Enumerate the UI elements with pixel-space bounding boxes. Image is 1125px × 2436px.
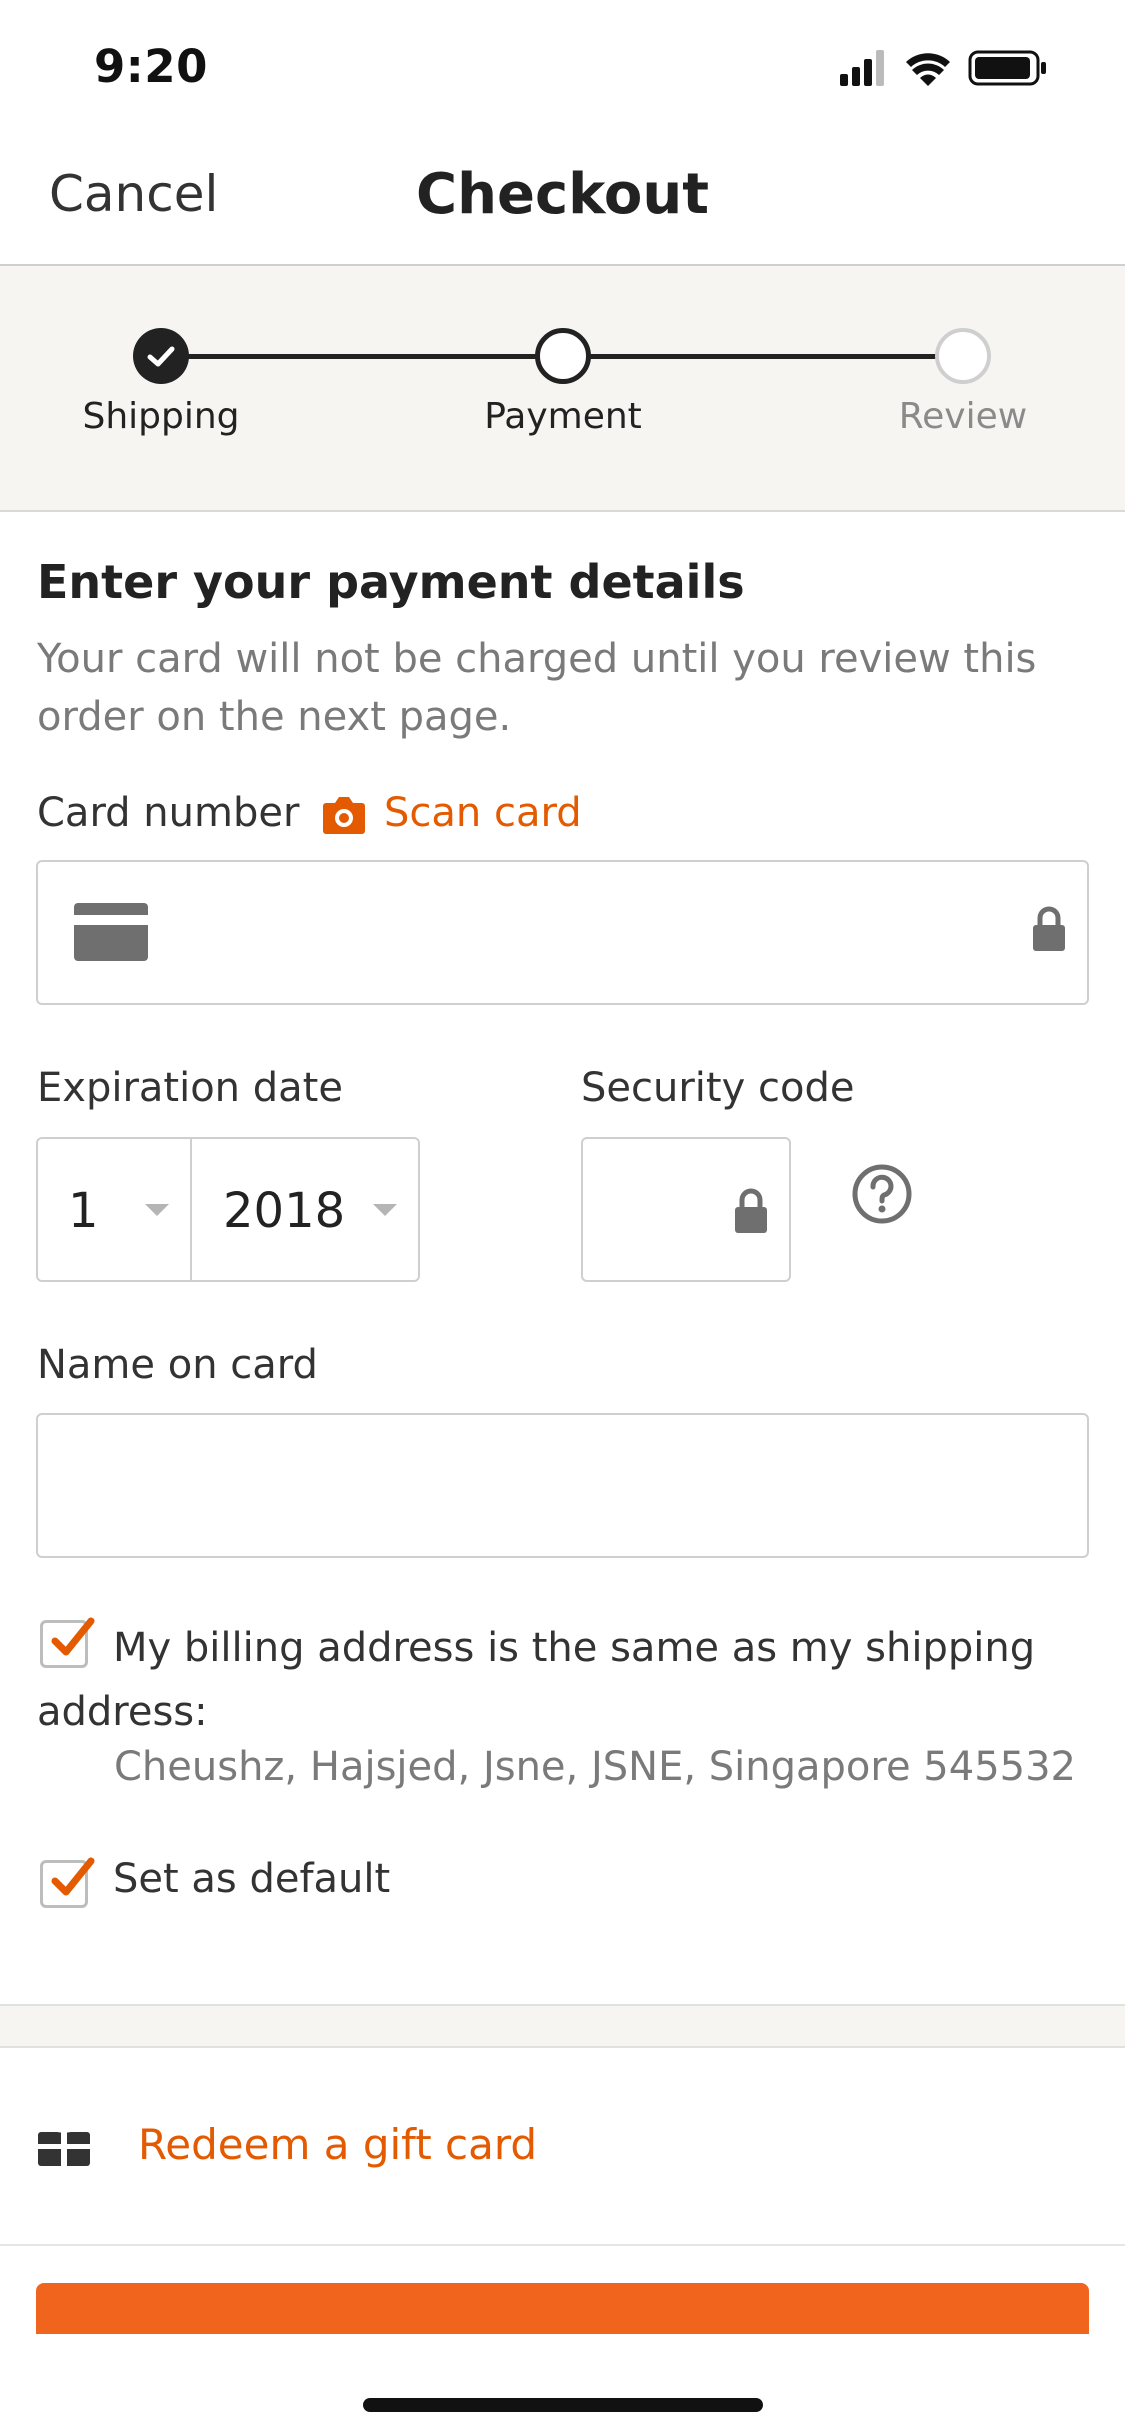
section-separator: [0, 2004, 1125, 2048]
home-indicator: [363, 2398, 763, 2412]
page-title: Checkout: [416, 162, 709, 227]
bottom-safe-area: [0, 2334, 1125, 2436]
redeem-gift-card-link[interactable]: Redeem a gift card: [138, 2120, 537, 2169]
step-payment-label: Payment: [484, 396, 642, 437]
battery-icon: [968, 50, 1046, 86]
credit-card-icon: [74, 903, 148, 961]
card-number-label: Card number: [37, 790, 300, 836]
chevron-down-icon: [373, 1204, 397, 1216]
shipping-address-text: Cheushz, Hajsjed, Jsne, JSNE, Singapore …: [114, 1744, 1076, 1790]
lock-icon: [1033, 906, 1065, 951]
set-default-checkbox[interactable]: [40, 1857, 95, 1908]
name-on-card-label: Name on card: [37, 1342, 318, 1388]
expiration-divider: [190, 1139, 192, 1280]
step-payment-dot: [535, 328, 591, 384]
expiration-label: Expiration date: [37, 1065, 343, 1111]
name-on-card-field[interactable]: [36, 1413, 1089, 1558]
lock-icon: [735, 1188, 767, 1233]
status-icons: [840, 50, 1046, 86]
gift-icon: [38, 2125, 90, 2166]
help-circle-icon[interactable]: [850, 1162, 914, 1226]
exp-month-select[interactable]: 1: [68, 1183, 99, 1239]
checkmark-icon: [147, 346, 175, 367]
signal-icon: [840, 50, 884, 86]
camera-icon[interactable]: [322, 795, 366, 835]
billing-same-label: My billing address is the same as my shi…: [37, 1625, 1036, 1735]
set-default-label: Set as default: [113, 1856, 391, 1902]
status-time: 9:20: [94, 40, 208, 93]
stepper-divider: [0, 510, 1125, 512]
step-shipping-dot: [133, 328, 189, 384]
section-subtext: Your card will not be charged until you …: [37, 636, 1037, 740]
wifi-icon: [906, 53, 950, 86]
section-heading: Enter your payment details: [37, 555, 745, 609]
step-review-label: Review: [898, 396, 1028, 437]
checkmark-icon: [51, 1857, 95, 1896]
exp-year-select[interactable]: 2018: [223, 1183, 345, 1239]
step-shipping-label[interactable]: Shipping: [11, 396, 311, 437]
step-review-dot: [935, 328, 991, 384]
stepper-line-1: [161, 354, 563, 359]
security-code-label: Security code: [581, 1065, 855, 1111]
checkout-stepper: [0, 266, 1125, 511]
scan-card-button[interactable]: Scan card: [384, 790, 582, 836]
gift-divider: [0, 2244, 1125, 2246]
stepper-line-2: [563, 354, 963, 359]
chevron-down-icon: [145, 1204, 169, 1216]
card-number-field[interactable]: [36, 860, 1089, 1005]
